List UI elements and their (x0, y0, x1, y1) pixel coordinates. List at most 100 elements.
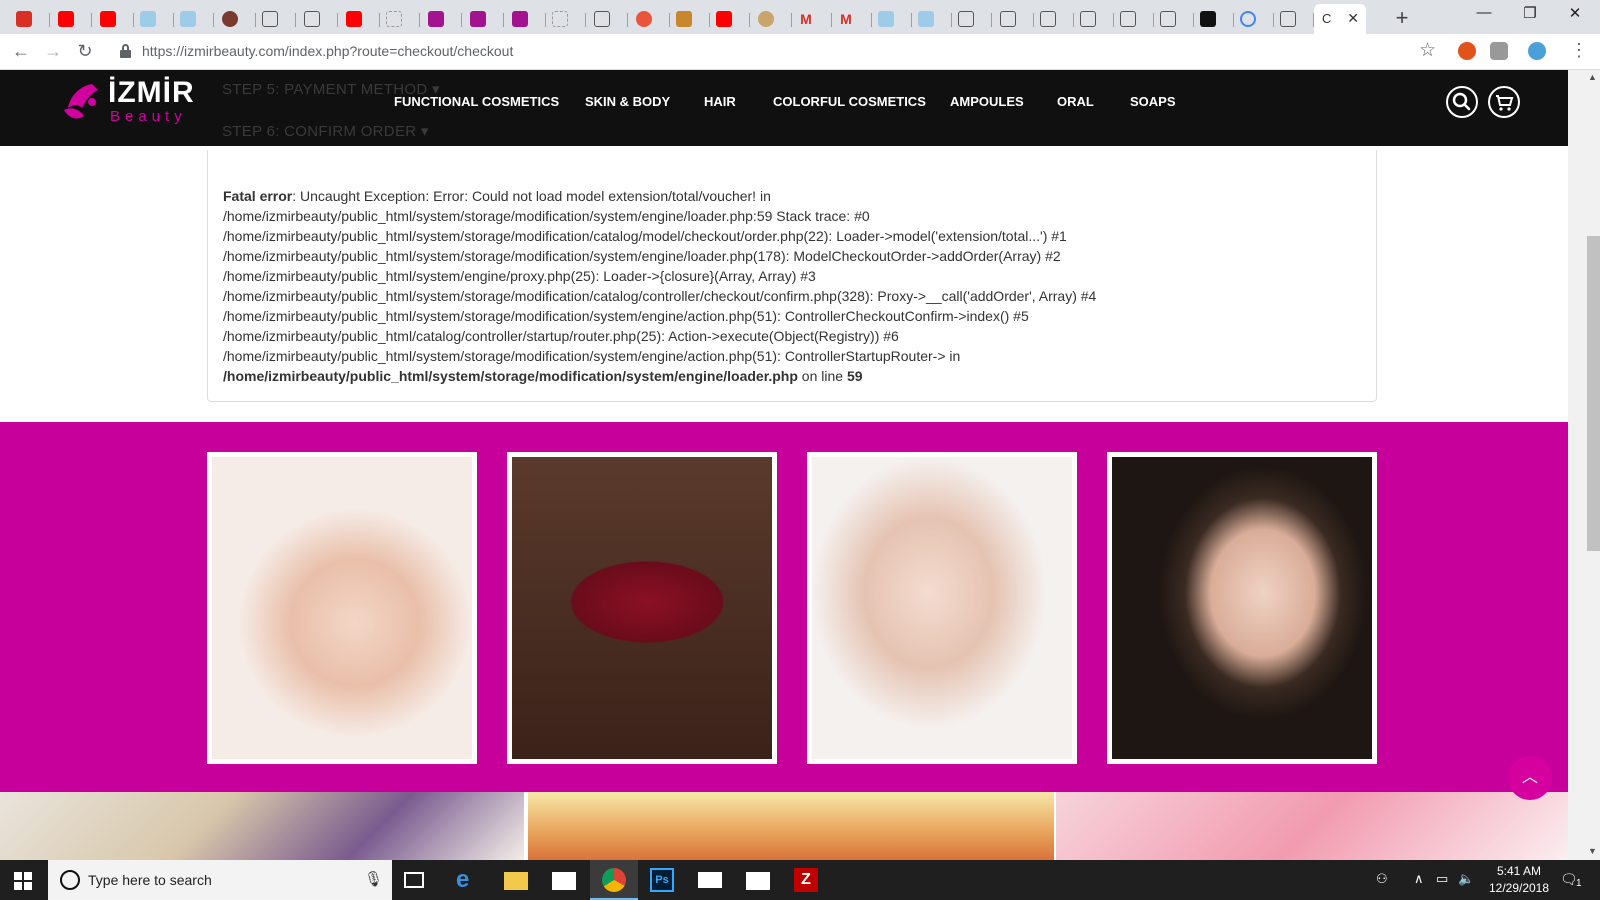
tray-chevron-up-icon[interactable]: ∧ (1414, 871, 1424, 887)
browser-tab[interactable] (134, 4, 174, 34)
task-view-icon[interactable] (404, 872, 424, 888)
browser-tab[interactable] (912, 4, 952, 34)
banner-flowers[interactable] (1056, 792, 1568, 860)
browser-tab[interactable] (52, 4, 92, 34)
tab-favicon-icon (180, 11, 196, 27)
browser-tab[interactable] (752, 4, 792, 34)
bookmark-star-icon[interactable]: ☆ (1419, 39, 1436, 62)
browser-tab[interactable] (546, 4, 586, 34)
nav-hair[interactable]: HAIR (704, 94, 736, 109)
browser-tab[interactable] (216, 4, 256, 34)
browser-tab[interactable]: M (792, 4, 832, 34)
reload-icon[interactable]: ↻ (74, 41, 96, 62)
scroll-down-arrow-icon[interactable]: ▼ (1588, 846, 1597, 856)
browser-toolbar: ← → ↻ https://izmirbeauty.com/index.php?… (0, 34, 1600, 70)
browser-tab[interactable] (630, 4, 670, 34)
browser-tab[interactable] (10, 4, 50, 34)
error-file-path: /home/izmirbeauty/public_html/system/sto… (223, 368, 798, 384)
microphone-icon[interactable]: 🎙 (364, 870, 383, 888)
extension-icon[interactable] (1490, 42, 1508, 60)
banner-spa-lavender[interactable] (0, 792, 524, 860)
browser-tab-active[interactable]: C ✕ (1314, 4, 1366, 34)
browser-tab[interactable] (506, 4, 546, 34)
gallery-image-face-hand[interactable] (807, 452, 1077, 764)
people-icon[interactable]: ⚇ (1376, 871, 1388, 887)
nav-skin-body[interactable]: SKIN & BODY (585, 94, 670, 109)
store-icon[interactable] (552, 872, 576, 890)
nav-functional-cosmetics[interactable]: FUNCTIONAL COSMETICS (394, 94, 559, 109)
nav-ampoules[interactable]: AMPOULES (950, 94, 1024, 109)
browser-tab[interactable] (710, 4, 750, 34)
error-text: : Uncaught Exception: Error: Could not l… (292, 188, 771, 204)
browser-menu-icon[interactable]: ⋮ (1568, 40, 1590, 61)
browser-tab[interactable] (1074, 4, 1114, 34)
browser-tab[interactable] (464, 4, 504, 34)
stack-trace-line: /home/izmirbeauty/public_html/system/sto… (223, 248, 1061, 264)
close-window-button[interactable]: ✕ (1555, 4, 1595, 22)
checkout-step-6-heading[interactable]: STEP 6: CONFIRM ORDER ▾ (222, 122, 429, 140)
banner-sunset-hair[interactable] (528, 792, 1054, 860)
file-explorer-icon[interactable] (504, 872, 528, 890)
scroll-to-top-button[interactable]: ︿ (1508, 756, 1552, 800)
forward-arrow-icon[interactable]: → (42, 41, 64, 62)
profile-avatar-icon[interactable] (1528, 42, 1546, 60)
cart-button[interactable] (1488, 86, 1520, 118)
browser-tab[interactable] (174, 4, 214, 34)
extension-flame-icon[interactable] (1458, 42, 1476, 60)
browser-tab[interactable] (1274, 4, 1314, 34)
document-icon (1160, 11, 1176, 27)
browser-tab[interactable] (1114, 4, 1154, 34)
page-scrollbar[interactable]: ▲ ▼ (1568, 70, 1600, 860)
browser-tab[interactable] (1154, 4, 1194, 34)
lock-icon (120, 44, 131, 58)
scroll-up-arrow-icon[interactable]: ▲ (1588, 72, 1597, 82)
google-icon (1240, 11, 1256, 27)
taskbar-search-box[interactable]: Type here to search 🎙 (48, 860, 392, 900)
browser-tab[interactable]: M (832, 4, 872, 34)
browser-tab[interactable] (994, 4, 1034, 34)
scrollbar-thumb[interactable] (1587, 236, 1600, 551)
browser-tab[interactable] (256, 4, 296, 34)
volume-icon[interactable]: 🔈 (1458, 871, 1474, 887)
restore-button[interactable]: ❐ (1510, 4, 1550, 22)
browser-tab[interactable] (1194, 4, 1234, 34)
nav-colorful-cosmetics[interactable]: COLORFUL COSMETICS (773, 94, 926, 109)
site-logo[interactable]: İZMİR Beauty (62, 74, 202, 130)
browser-tab[interactable] (588, 4, 628, 34)
back-arrow-icon[interactable]: ← (10, 41, 32, 62)
browser-tab[interactable] (670, 4, 710, 34)
browser-tab[interactable] (1034, 4, 1074, 34)
search-button[interactable] (1446, 86, 1478, 118)
video-editor-icon[interactable] (746, 872, 770, 890)
url-text: https://izmirbeauty.com/index.php?route=… (142, 43, 514, 59)
photoshop-icon[interactable]: Ps (650, 868, 674, 892)
notification-count: 1 (1576, 878, 1582, 889)
filezilla-icon[interactable]: Z (794, 868, 818, 892)
network-icon[interactable]: ▭ (1436, 871, 1448, 887)
browser-tab[interactable] (422, 4, 462, 34)
nav-soaps[interactable]: SOAPS (1130, 94, 1176, 109)
browser-tab[interactable] (298, 4, 338, 34)
gallery-image-brunette-model[interactable] (1107, 452, 1377, 764)
fatal-error-message: Fatal error: Uncaught Exception: Error: … (223, 186, 1373, 386)
edge-icon[interactable]: e (456, 868, 480, 892)
address-bar[interactable]: https://izmirbeauty.com/index.php?route=… (110, 38, 1440, 66)
gallery-image-makeup-brush[interactable] (207, 452, 477, 764)
gallery-image-red-lips[interactable] (507, 452, 777, 764)
taskbar-clock[interactable]: 5:41 AM 12/29/2018 (1484, 863, 1554, 897)
browser-tab[interactable] (1234, 4, 1274, 34)
minimize-button[interactable]: — (1464, 4, 1504, 21)
browser-tab[interactable] (340, 4, 380, 34)
windows-start-icon[interactable] (14, 872, 32, 890)
browser-tab[interactable] (380, 4, 420, 34)
tab-favicon-icon (636, 11, 652, 27)
chrome-taskbar-active[interactable] (590, 860, 638, 900)
tab-favicon-icon (470, 11, 486, 27)
browser-tab[interactable] (94, 4, 134, 34)
close-icon[interactable]: ✕ (1347, 10, 1359, 27)
mail-icon[interactable] (698, 872, 722, 888)
new-tab-button[interactable]: + (1390, 5, 1414, 31)
nav-oral[interactable]: ORAL (1057, 94, 1094, 109)
browser-tab[interactable] (952, 4, 992, 34)
browser-tab[interactable] (872, 4, 912, 34)
